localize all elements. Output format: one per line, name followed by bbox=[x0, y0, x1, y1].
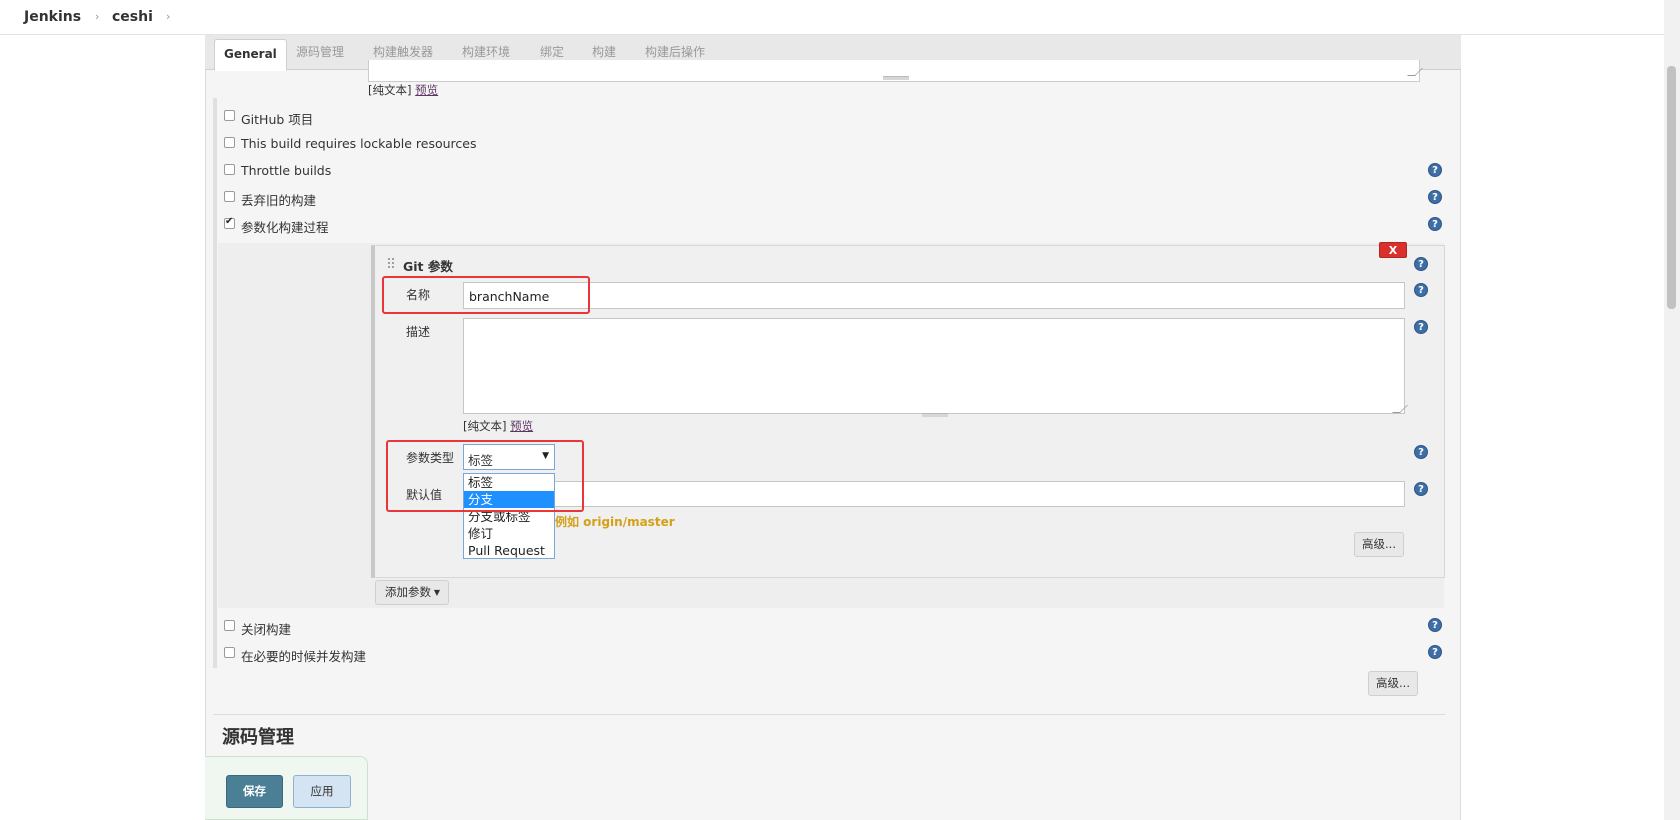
breadcrumb-jenkins[interactable]: Jenkins bbox=[24, 9, 81, 25]
apply-button[interactable]: 应用 bbox=[293, 775, 351, 808]
discard-old-builds-checkbox[interactable] bbox=[224, 191, 235, 202]
git-parameter-title: Git 参数 bbox=[403, 259, 453, 274]
delete-parameter-button[interactable]: X bbox=[1379, 242, 1407, 258]
discard-old-builds-label: 丢弃旧的构建 bbox=[241, 193, 317, 208]
tab-post-build[interactable]: 构建后操作 bbox=[645, 43, 705, 60]
format-note: [纯文本] 预览 bbox=[463, 418, 533, 434]
tab-build[interactable]: 构建 bbox=[592, 43, 616, 60]
tab-source-code[interactable]: 源码管理 bbox=[296, 43, 344, 60]
help-icon[interactable]: ? bbox=[1428, 217, 1442, 231]
format-plain-text: [纯文本] bbox=[463, 419, 507, 433]
tab-bindings[interactable]: 绑定 bbox=[540, 43, 564, 60]
highlight-name-box bbox=[382, 276, 590, 314]
parameter-description-textarea[interactable] bbox=[463, 318, 1408, 417]
add-parameter-button[interactable]: 添加参数 ▼ bbox=[375, 580, 449, 605]
section-divider bbox=[213, 714, 1445, 715]
help-icon[interactable]: ? bbox=[1414, 445, 1428, 459]
help-icon[interactable]: ? bbox=[1414, 320, 1428, 334]
lockable-resources-label: This build requires lockable resources bbox=[241, 136, 477, 151]
help-icon[interactable]: ? bbox=[1428, 618, 1442, 632]
resize-grip[interactable] bbox=[883, 76, 909, 80]
save-button[interactable]: 保存 bbox=[226, 775, 283, 808]
preview-link[interactable]: 预览 bbox=[415, 83, 438, 97]
tab-build-environment[interactable]: 构建环境 bbox=[462, 43, 510, 60]
tab-build-triggers[interactable]: 构建触发器 bbox=[373, 43, 433, 60]
preview-link[interactable]: 预览 bbox=[510, 419, 533, 433]
concurrent-builds-checkbox[interactable] bbox=[224, 647, 235, 658]
scrollbar-thumb[interactable] bbox=[1667, 66, 1676, 309]
section-title-source-code: 源码管理 bbox=[222, 727, 294, 748]
help-icon[interactable]: ? bbox=[1414, 482, 1428, 496]
breadcrumb-separator-icon[interactable]: › bbox=[166, 10, 170, 23]
resize-grip[interactable] bbox=[922, 413, 948, 417]
advanced-button[interactable]: 高级... bbox=[1368, 671, 1418, 696]
help-icon[interactable]: ? bbox=[1414, 283, 1428, 297]
disable-build-label: 关闭构建 bbox=[241, 622, 292, 637]
parameterized-build-checkbox[interactable] bbox=[224, 216, 235, 229]
highlight-param-type-box bbox=[386, 440, 584, 512]
breadcrumb-bar: Jenkins › ceshi › bbox=[0, 0, 1680, 35]
tab-general[interactable]: General bbox=[214, 39, 287, 71]
default-value-hint: 例如 origin/master bbox=[555, 515, 675, 529]
breadcrumb-job[interactable]: ceshi bbox=[112, 9, 153, 25]
format-note: [纯文本] 预览 bbox=[368, 82, 438, 98]
name-input[interactable]: branchName bbox=[463, 282, 1405, 309]
throttle-builds-checkbox[interactable] bbox=[224, 164, 235, 175]
help-icon[interactable]: ? bbox=[1428, 163, 1442, 177]
dropdown-option-pull-request[interactable]: Pull Request bbox=[464, 542, 554, 559]
add-parameter-label: 添加参数 bbox=[385, 585, 431, 599]
description-label: 描述 bbox=[406, 325, 431, 339]
parameter-advanced-button[interactable]: 高级... bbox=[1354, 532, 1404, 557]
description-textarea[interactable] bbox=[368, 60, 1423, 82]
dropdown-caret-icon: ▼ bbox=[433, 588, 440, 597]
github-project-checkbox[interactable] bbox=[224, 110, 235, 121]
dropdown-option-revision[interactable]: 修订 bbox=[464, 525, 554, 542]
format-plain-text: [纯文本] bbox=[368, 83, 412, 97]
throttle-builds-label: Throttle builds bbox=[241, 163, 332, 178]
drag-handle-icon[interactable] bbox=[387, 257, 395, 269]
help-icon[interactable]: ? bbox=[1428, 645, 1442, 659]
breadcrumb-separator-icon: › bbox=[95, 10, 100, 23]
lockable-resources-checkbox[interactable] bbox=[224, 137, 235, 148]
parameterized-build-label: 参数化构建过程 bbox=[241, 220, 329, 235]
help-icon[interactable]: ? bbox=[1414, 257, 1428, 271]
help-icon[interactable]: ? bbox=[1428, 190, 1442, 204]
disable-build-checkbox[interactable] bbox=[224, 620, 235, 631]
default-value-input[interactable] bbox=[463, 481, 1405, 507]
github-project-label: GitHub 项目 bbox=[241, 112, 314, 127]
concurrent-builds-label: 在必要的时候并发构建 bbox=[241, 649, 367, 664]
options-rail bbox=[213, 98, 217, 668]
